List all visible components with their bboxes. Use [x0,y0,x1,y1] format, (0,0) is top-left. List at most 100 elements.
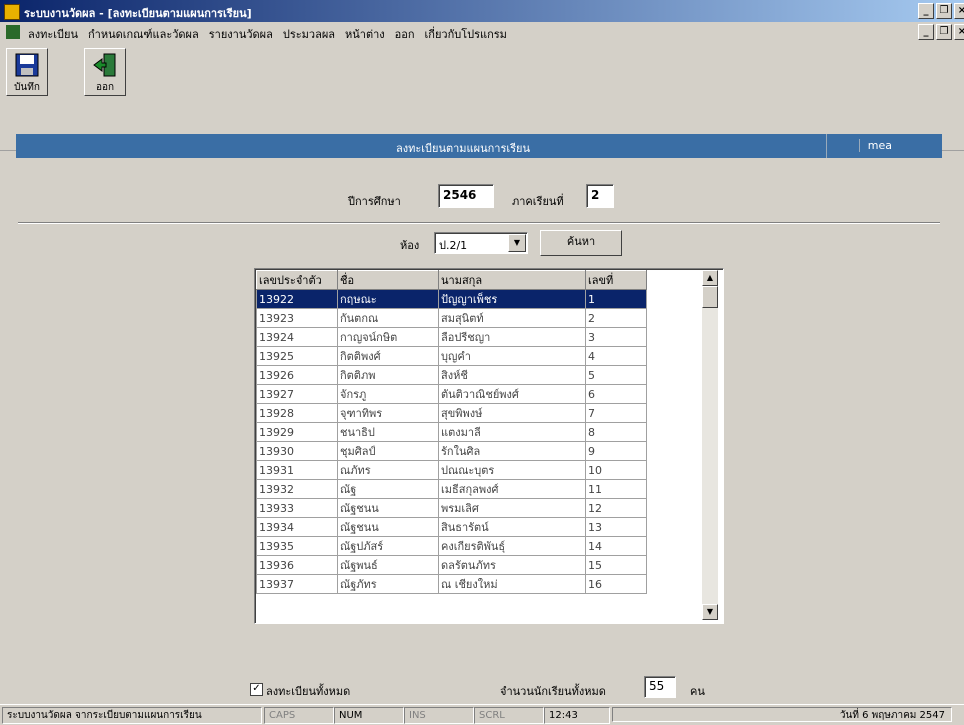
cell-lastname[interactable]: สินธารัตน์ [438,517,586,537]
cell-id[interactable]: 13926 [256,365,338,385]
cell-firstname[interactable]: กาญจน์กษิต [337,327,439,347]
cell-number[interactable]: 13 [585,517,647,537]
column-header-number[interactable]: เลขที่ [585,270,647,290]
year-field[interactable]: 2546 [438,184,494,208]
cell-firstname[interactable]: ณัฐ [337,479,439,499]
cell-firstname[interactable]: กฤษณะ [337,289,439,309]
register-all-checkbox[interactable]: ✓ [250,683,263,696]
table-row[interactable]: 13928 จุฑาทิพร สุขพิพงษ์ 7 [256,403,647,423]
table-row[interactable]: 13925 กิตติพงศ์ บุญคำ 4 [256,346,647,366]
cell-number[interactable]: 11 [585,479,647,499]
table-row[interactable]: 13926 กิตติภพ สิงห์ชี 5 [256,365,647,385]
cell-lastname[interactable]: ปณณะบุตร [438,460,586,480]
close-icon[interactable]: × [954,3,964,19]
table-row[interactable]: 13935 ณัฐปภัสร์ คงเกียรติพันธุ์ 14 [256,536,647,556]
search-button[interactable]: ค้นหา [540,230,622,256]
cell-lastname[interactable]: รักในศิล [438,441,586,461]
cell-id[interactable]: 13935 [256,536,338,556]
cell-number[interactable]: 2 [585,308,647,328]
cell-id[interactable]: 13934 [256,517,338,537]
cell-firstname[interactable]: ณัฐภัทร [337,574,439,594]
cell-number[interactable]: 16 [585,574,647,594]
cell-firstname[interactable]: กิตติพงศ์ [337,346,439,366]
cell-number[interactable]: 6 [585,384,647,404]
save-button[interactable]: บันทึก [6,48,48,96]
cell-id[interactable]: 13936 [256,555,338,575]
cell-lastname[interactable]: ดลรัตนภัทร [438,555,586,575]
cell-id[interactable]: 13928 [256,403,338,423]
room-select[interactable]: ป.2/1 ▼ [434,232,528,254]
cell-id[interactable]: 13929 [256,422,338,442]
table-row[interactable]: 13922 กฤษณะ ปัญญาเพ็ชร 1 [256,289,647,309]
cell-number[interactable]: 1 [585,289,647,309]
minimize-icon[interactable]: _ [918,3,934,19]
scroll-up-icon[interactable]: ▲ [702,270,718,286]
cell-id[interactable]: 13922 [256,289,338,309]
table-row[interactable]: 13931 ณภัทร ปณณะบุตร 10 [256,460,647,480]
column-header-id[interactable]: เลขประจำตัว [256,270,338,290]
table-row[interactable]: 13932 ณัฐ เมธีสกุลพงศ์ 11 [256,479,647,499]
cell-number[interactable]: 5 [585,365,647,385]
term-field[interactable]: 2 [586,184,614,208]
cell-number[interactable]: 14 [585,536,647,556]
cell-firstname[interactable]: ชนาธิป [337,422,439,442]
cell-id[interactable]: 13927 [256,384,338,404]
child-restore-icon[interactable]: ❐ [936,24,952,40]
table-row[interactable]: 13930 ชุมศิลป์ รักในศิล 9 [256,441,647,461]
cell-lastname[interactable]: สิงห์ชี [438,365,586,385]
cell-firstname[interactable]: ณัฐพนธ์ [337,555,439,575]
cell-firstname[interactable]: กันตกณ [337,308,439,328]
table-row[interactable]: 13936 ณัฐพนธ์ ดลรัตนภัทร 15 [256,555,647,575]
vertical-scrollbar[interactable]: ▲ ▼ [702,270,718,620]
table-row[interactable]: 13929 ชนาธิป แตงมาลี 8 [256,422,647,442]
cell-lastname[interactable]: ปัญญาเพ็ชร [438,289,586,309]
table-row[interactable]: 13924 กาญจน์กษิต ลือปรีชญา 3 [256,327,647,347]
child-minimize-icon[interactable]: _ [918,24,934,40]
cell-lastname[interactable]: พรมเลิศ [438,498,586,518]
cell-id[interactable]: 13930 [256,441,338,461]
scroll-thumb[interactable] [702,286,718,308]
student-grid[interactable]: เลขประจำตัว ชื่อ นามสกุล เลขที่ 13922 กฤษ… [254,268,724,624]
table-row[interactable]: 13933 ณัฐชนน พรมเลิศ 12 [256,498,647,518]
table-row[interactable]: 13934 ณัฐชนน สินธารัตน์ 13 [256,517,647,537]
child-close-icon[interactable]: × [954,24,964,40]
menu-criteria[interactable]: กำหนดเกณฑ์และวัดผล [88,25,199,43]
cell-id[interactable]: 13925 [256,346,338,366]
table-row[interactable]: 13937 ณัฐภัทรณ เชียงใหม่ 16 [256,574,647,594]
cell-number[interactable]: 4 [585,346,647,366]
menu-exit[interactable]: ออก [395,25,415,43]
scroll-down-icon[interactable]: ▼ [702,604,718,620]
cell-lastname[interactable]: สุขพิพงษ์ [438,403,586,423]
cell-number[interactable]: 3 [585,327,647,347]
chevron-down-icon[interactable]: ▼ [508,234,526,252]
cell-firstname[interactable]: ณัฐชนน [337,498,439,518]
cell-number[interactable]: 10 [585,460,647,480]
cell-number[interactable]: 9 [585,441,647,461]
cell-lastname[interactable]: เมธีสกุลพงศ์ [438,479,586,499]
cell-lastname[interactable]: คงเกียรติพันธุ์ [438,536,586,556]
cell-id[interactable]: 13923 [256,308,338,328]
table-row[interactable]: 13927 จักรภู ตันติวาณิชย์พงศ์ 6 [256,384,647,404]
cell-number[interactable]: 7 [585,403,647,423]
cell-firstname[interactable]: กิตติภพ [337,365,439,385]
column-header-firstname[interactable]: ชื่อ [337,270,439,290]
menu-process[interactable]: ประมวลผล [283,25,335,43]
cell-lastname[interactable]: ตันติวาณิชย์พงศ์ [438,384,586,404]
cell-lastname[interactable]: บุญคำ [438,346,586,366]
cell-firstname[interactable]: ชุมศิลป์ [337,441,439,461]
cell-id[interactable]: 13937 [256,574,338,594]
cell-number[interactable]: 8 [585,422,647,442]
cell-firstname[interactable]: ณัฐปภัสร์ [337,536,439,556]
exit-button[interactable]: ออก [84,48,126,96]
cell-id[interactable]: 13924 [256,327,338,347]
cell-number[interactable]: 15 [585,555,647,575]
cell-id[interactable]: 13931 [256,460,338,480]
cell-lastname[interactable]: แตงมาลี [438,422,586,442]
cell-firstname[interactable]: ณภัทร [337,460,439,480]
cell-firstname[interactable]: จักรภู [337,384,439,404]
menu-window[interactable]: หน้าต่าง [345,25,385,43]
cell-lastname[interactable]: ลือปรีชญา [438,327,586,347]
cell-lastname[interactable]: ณ เชียงใหม่ [438,574,586,594]
cell-id[interactable]: 13933 [256,498,338,518]
menu-register[interactable]: ลงทะเบียน [28,25,78,43]
